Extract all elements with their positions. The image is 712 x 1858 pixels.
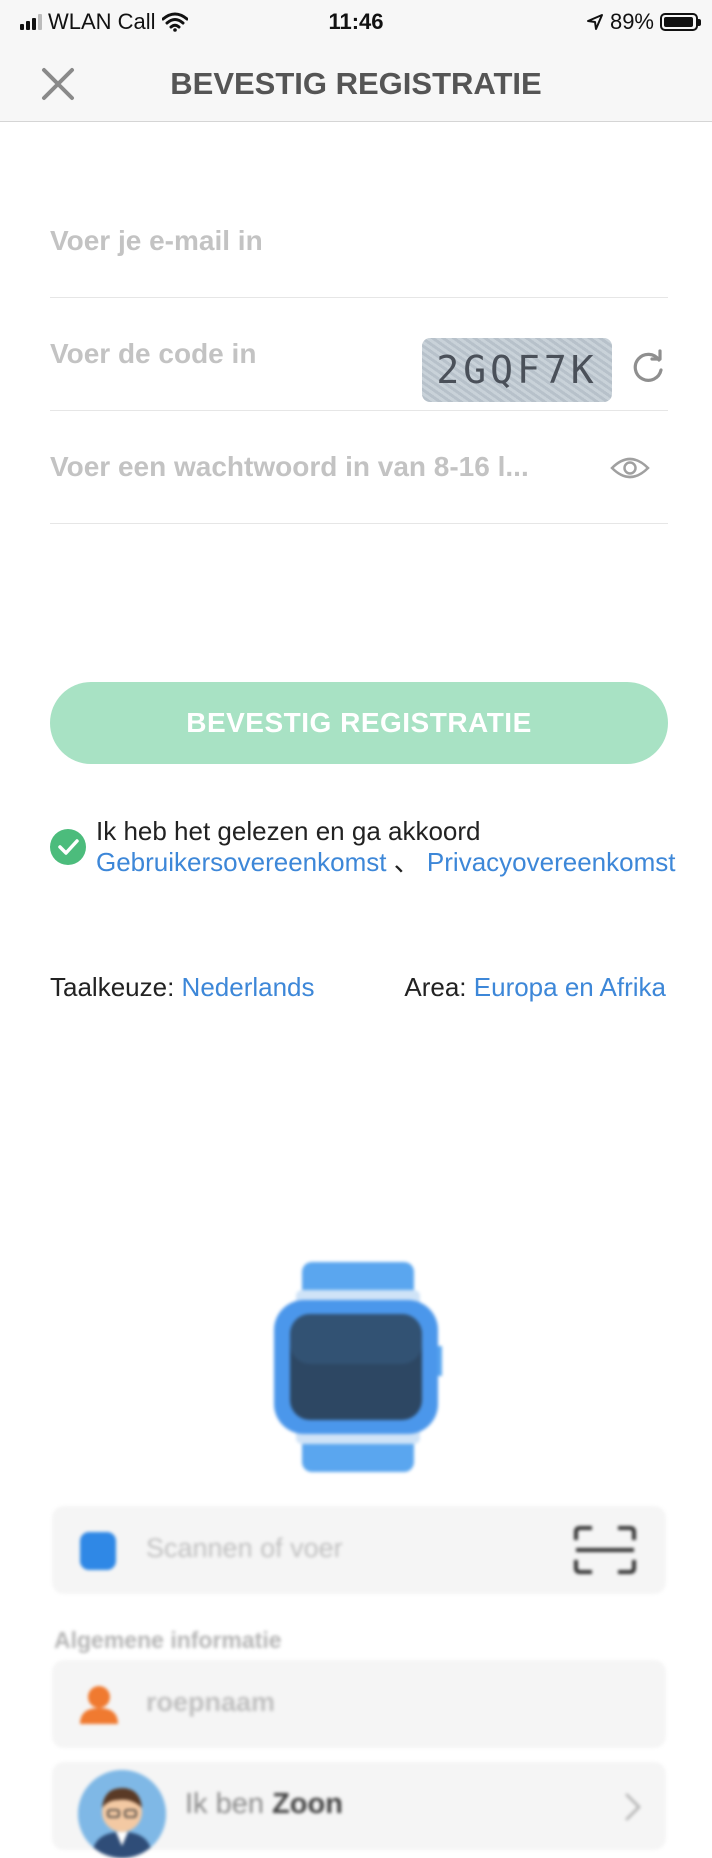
email-input[interactable] — [50, 185, 650, 297]
chevron-right-icon — [625, 1793, 641, 1821]
privacy-link[interactable]: Privacyovereenkomst — [427, 847, 676, 877]
captcha-text: 2GQF7K — [436, 348, 598, 392]
section-general-info: Algemene informatie — [54, 1627, 282, 1653]
nickname-card: roepnaam — [52, 1660, 666, 1748]
confirm-registration-button[interactable]: BEVESTIG REGISTRATIE — [50, 682, 668, 764]
language-label: Taalkeuze: — [50, 972, 175, 1002]
area-selector[interactable]: Europa en Afrika — [474, 972, 666, 1002]
check-icon — [58, 839, 79, 855]
code-row: 2GQF7K — [50, 298, 668, 411]
role-prefix: Ik ben — [185, 1788, 273, 1820]
password-input[interactable] — [50, 411, 590, 523]
battery-percent: 89% — [609, 9, 654, 34]
agreement-checkbox[interactable] — [50, 829, 86, 865]
eye-icon[interactable] — [610, 454, 650, 482]
location-arrow-icon — [586, 14, 603, 30]
agreement-prefix: Ik heb het gelezen en ga akkoord — [96, 816, 481, 846]
watch-small-icon — [80, 1532, 116, 1570]
person-icon — [80, 1686, 118, 1724]
battery-icon — [660, 13, 701, 31]
area-label: Area: — [404, 972, 467, 1002]
background-illustration: Scannen of voer Algemene informatie roep… — [0, 1240, 712, 1858]
scan-card: Scannen of voer — [52, 1506, 666, 1594]
terms-link[interactable]: Gebruikersovereenkomst — [96, 847, 386, 877]
email-row — [50, 185, 668, 298]
boy-avatar-icon — [78, 1770, 166, 1858]
area-row: Area: Europa en Afrika — [404, 972, 666, 1003]
status-bar: WLAN Call 11:46 89% — [0, 0, 712, 46]
language-row: Taalkeuze: Nederlands — [50, 972, 315, 1003]
agreement-separator: 、 — [386, 847, 427, 877]
code-input[interactable] — [50, 298, 410, 410]
agreement-text: Ik heb het gelezen en ga akkoord Gebruik… — [96, 816, 676, 878]
role-card: Ik ben Zoon — [52, 1762, 666, 1858]
role-value: Zoon — [272, 1788, 343, 1820]
avatar — [78, 1770, 166, 1858]
status-right: 89% — [586, 9, 701, 35]
scan-placeholder: Scannen of voer — [146, 1533, 343, 1563]
captcha-image[interactable]: 2GQF7K — [422, 338, 612, 402]
nickname-placeholder: roepnaam — [146, 1687, 276, 1717]
nav-bar: BEVESTIG REGISTRATIE — [0, 46, 712, 122]
refresh-icon[interactable] — [628, 348, 668, 388]
password-row — [50, 411, 668, 524]
smartwatch-icon — [274, 1262, 442, 1472]
scan-qr-icon — [574, 1526, 636, 1574]
role-text: Ik ben Zoon — [185, 1788, 343, 1821]
language-selector[interactable]: Nederlands — [182, 972, 315, 1002]
page-title: BEVESTIG REGISTRATIE — [170, 66, 542, 101]
